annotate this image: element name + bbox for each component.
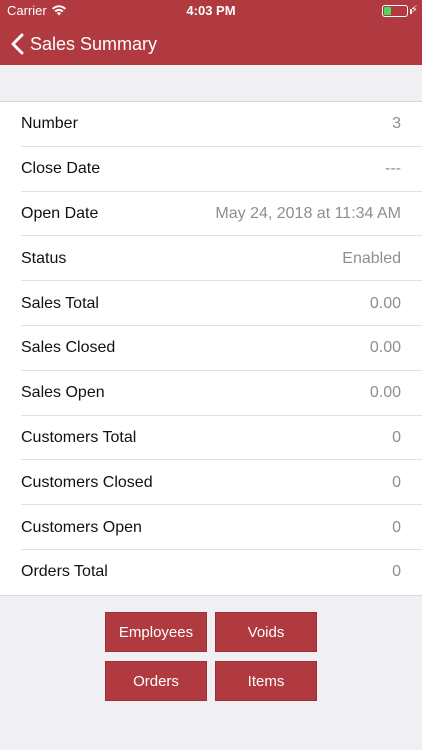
row-customers-closed: Customers Closed 0: [0, 460, 422, 505]
row-label: Customers Closed: [21, 473, 153, 491]
row-value: May 24, 2018 at 11:34 AM: [215, 204, 401, 222]
row-open-date: Open Date May 24, 2018 at 11:34 AM: [0, 192, 422, 237]
battery-icon: [382, 5, 408, 17]
row-label: Sales Total: [21, 294, 99, 312]
row-sales-total: Sales Total 0.00: [0, 281, 422, 326]
row-number: Number 3: [0, 102, 422, 147]
row-sales-closed: Sales Closed 0.00: [0, 326, 422, 371]
row-label: Status: [21, 249, 67, 267]
row-sales-open: Sales Open 0.00: [0, 371, 422, 416]
navigation-bar: Carrier 4:03 PM ⚡ Sales Summary: [0, 0, 422, 65]
row-value: 3: [392, 115, 401, 133]
chevron-left-icon: [11, 33, 24, 55]
row-label: Customers Total: [21, 428, 137, 446]
row-label: Number: [21, 115, 78, 133]
employees-button[interactable]: Employees: [105, 612, 207, 652]
row-label: Orders Total: [21, 563, 108, 581]
status-bar: Carrier 4:03 PM ⚡: [0, 0, 422, 22]
items-button[interactable]: Items: [215, 661, 317, 701]
row-value: 0.00: [369, 384, 401, 402]
orders-button[interactable]: Orders: [105, 661, 207, 701]
row-value: Enabled: [342, 249, 401, 267]
row-status: Status Enabled: [0, 236, 422, 281]
back-button[interactable]: Sales Summary: [10, 30, 157, 58]
row-value: 0: [392, 428, 401, 446]
row-label: Sales Closed: [21, 339, 116, 357]
row-label: Close Date: [21, 160, 101, 178]
row-orders-total: Orders Total 0: [0, 550, 422, 595]
row-value: ---: [385, 160, 401, 178]
row-value: 0: [392, 563, 401, 581]
page-title: Sales Summary: [30, 33, 158, 54]
row-label: Sales Open: [21, 384, 105, 402]
row-value: 0: [392, 473, 401, 491]
voids-button[interactable]: Voids: [215, 612, 317, 652]
row-label: Open Date: [21, 204, 99, 222]
charging-bolt-icon: ⚡: [410, 4, 418, 16]
row-value: 0: [392, 518, 401, 536]
status-time: 4:03 PM: [186, 3, 236, 18]
row-customers-open: Customers Open 0: [0, 505, 422, 550]
row-label: Customers Open: [21, 518, 142, 536]
row-close-date: Close Date ---: [0, 147, 422, 192]
summary-list: Number 3 Close Date --- Open Date May 24…: [0, 101, 422, 596]
battery-level: [384, 7, 391, 15]
row-customers-total: Customers Total 0: [0, 416, 422, 461]
row-value: 0.00: [369, 294, 401, 312]
row-value: 0.00: [369, 339, 401, 357]
